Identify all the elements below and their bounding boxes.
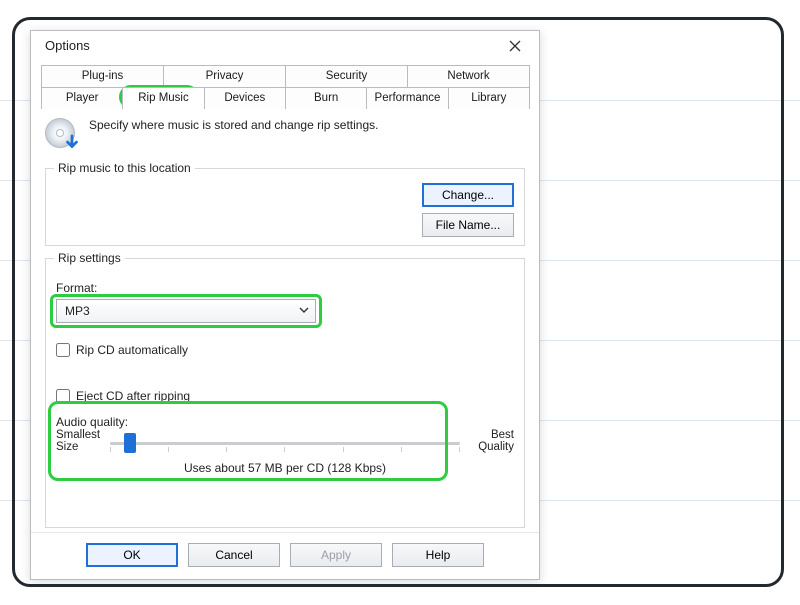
eject-checkbox[interactable] <box>56 389 70 403</box>
tab-rip-music[interactable]: Rip Music <box>122 87 204 109</box>
tab-network[interactable]: Network <box>407 65 530 87</box>
info-text: Specify where music is stored and change… <box>89 118 378 132</box>
rip-auto-row[interactable]: Rip CD automatically <box>56 343 514 357</box>
file-name-button[interactable]: File Name... <box>422 213 514 237</box>
chevron-down-icon <box>299 304 309 318</box>
dialog-title: Options <box>45 38 90 53</box>
help-button[interactable]: Help <box>392 543 484 567</box>
tab-library[interactable]: Library <box>448 87 530 109</box>
apply-button[interactable]: Apply <box>290 543 382 567</box>
cancel-button[interactable]: Cancel <box>188 543 280 567</box>
close-icon <box>509 40 521 52</box>
audio-quality-slider[interactable] <box>110 433 460 455</box>
aq-right-2: Quality <box>478 441 514 453</box>
titlebar: Options <box>31 31 539 61</box>
tab-content: Specify where music is stored and change… <box>31 108 539 532</box>
rip-auto-checkbox[interactable] <box>56 343 70 357</box>
tab-plugins[interactable]: Plug-ins <box>41 65 164 87</box>
format-label: Format: <box>56 281 514 295</box>
eject-row[interactable]: Eject CD after ripping <box>56 389 514 403</box>
aq-left-2: Size <box>56 441 78 453</box>
aq-right-1: Best <box>491 429 514 441</box>
ok-button[interactable]: OK <box>86 543 178 567</box>
format-value: MP3 <box>65 304 90 318</box>
tab-devices[interactable]: Devices <box>204 87 286 109</box>
info-row: Specify where music is stored and change… <box>45 118 525 152</box>
audio-quality-caption: Uses about 57 MB per CD (128 Kbps) <box>56 461 514 475</box>
slider-thumb[interactable] <box>124 433 136 453</box>
rip-cd-icon <box>45 118 79 152</box>
format-select[interactable]: MP3 <box>56 299 316 323</box>
group-rip-location-legend: Rip music to this location <box>54 161 195 175</box>
audio-quality-legend: Audio quality: <box>56 415 514 429</box>
options-dialog: Options Plug-ins Privacy Security Networ… <box>30 30 540 580</box>
tabstrip: Plug-ins Privacy Security Network Player… <box>41 65 529 108</box>
tab-security[interactable]: Security <box>285 65 408 87</box>
group-audio-quality: Audio quality: Smallest Size <box>56 405 514 475</box>
eject-label: Eject CD after ripping <box>76 389 190 403</box>
close-button[interactable] <box>497 34 533 58</box>
tab-player[interactable]: Player <box>41 87 123 109</box>
group-rip-settings-legend: Rip settings <box>54 251 125 265</box>
group-rip-location: Rip music to this location Change... Fil… <box>45 168 525 246</box>
aq-left-1: Smallest <box>56 429 100 441</box>
rip-auto-label: Rip CD automatically <box>76 343 188 357</box>
tab-privacy[interactable]: Privacy <box>163 65 286 87</box>
tab-performance[interactable]: Performance <box>366 87 448 109</box>
group-rip-settings: Rip settings Format: MP3 Rip CD automati… <box>45 258 525 528</box>
tab-burn[interactable]: Burn <box>285 87 367 109</box>
change-button[interactable]: Change... <box>422 183 514 207</box>
dialog-buttons: OK Cancel Apply Help <box>31 532 539 579</box>
